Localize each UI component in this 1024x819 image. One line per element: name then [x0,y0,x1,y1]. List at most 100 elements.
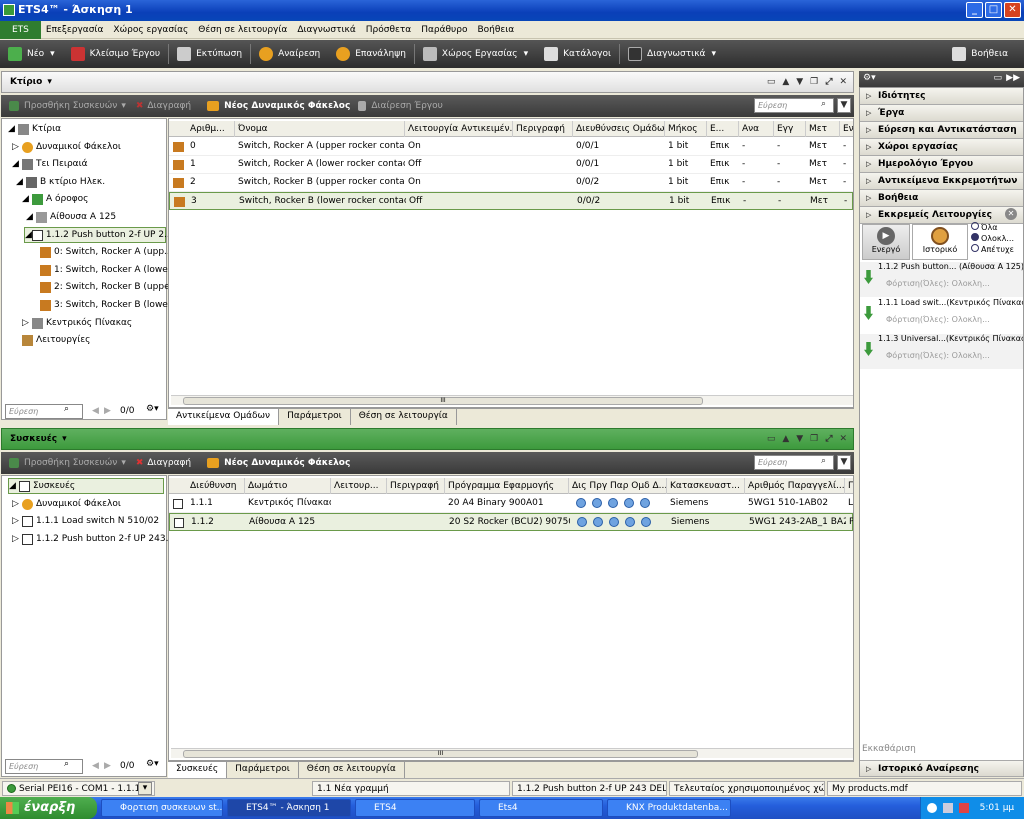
volume-icon[interactable] [942,802,953,813]
search-icon[interactable]: ⌕ [64,759,69,769]
menu-window[interactable]: Παράθυρο [416,25,472,35]
table-row[interactable]: 1.1.2 Αίθουσα Α 125 20 S2 Rocker (BCU2) 90… [169,513,853,531]
task-button-3[interactable]: ETS4 [355,799,475,817]
col-object-function[interactable]: Λειτουργία Αντικειμέν... [405,121,513,137]
down-arrow-icon[interactable]: ▼ [796,434,803,444]
task-button-5[interactable]: KNX Produktdatenba... [607,799,731,817]
new-button[interactable]: Νέο ▾ [0,40,63,68]
building-panel-title[interactable]: Κτίριο [10,77,42,87]
new-dynamic-folder-button[interactable]: Νέος Δυναμικός Φάκελος [199,92,358,120]
close-panel-icon[interactable]: ✕ [839,434,847,444]
menu-ets[interactable]: ETS [0,20,41,39]
col-address[interactable]: Διεύθυνση [187,478,245,494]
section-project-log[interactable]: Ημερολόγιο Έργου [860,156,1023,173]
tree-node-room-a125[interactable]: ◢ Αίθουσα Α 125 [26,209,116,225]
start-button[interactable]: έναρξη [0,797,97,819]
table-row[interactable]: 3 Switch, Rocker B (lower rocker contact)… [169,192,853,210]
close-project-button[interactable]: Κλείσιμο Έργου [63,40,168,68]
section-projects[interactable]: Έργα [860,105,1023,122]
section-help[interactable]: Βοήθεια [860,190,1023,207]
delete-button[interactable]: ✖ Διαγραφή [134,92,199,120]
radio-completed[interactable]: Ολοκλ... [971,233,1014,244]
filter-icon[interactable]: ▼ [837,455,851,470]
next-result-icon[interactable]: ▶ [104,761,111,771]
pending-operation-item[interactable]: 1.1.1 Load swit...(Κεντρικός Πίνακας) Φόρ… [860,298,1023,333]
tree-search-input[interactable]: Εύρεση [5,404,83,419]
col-length[interactable]: Μήκος [665,121,707,137]
close-circle-icon[interactable]: ✕ [1005,208,1017,220]
catalogs-button[interactable]: Κατάλογοι [536,40,619,68]
tab-devices[interactable]: Συσκευές [168,761,228,778]
col-description[interactable]: Περιγραφή [387,478,445,494]
pending-operation-item[interactable]: 1.1.2 Push button... (Αίθουσα Α 125) Φόρτ… [860,262,1023,297]
col-transmit[interactable]: Μετ [806,121,840,137]
task-button-2[interactable]: ETS4™ - Άσκηση 1 [227,799,351,817]
tree-node-functions[interactable]: Λειτουργίες [22,332,90,348]
down-arrow-icon[interactable]: ▼ [796,77,803,87]
scrollbar-thumb[interactable]: III [183,397,703,405]
col-room[interactable]: Δωμάτιο [245,478,331,494]
new-dynamic-folder-button[interactable]: Νέος Δυναμικός Φάκελος [199,449,358,477]
radio-all[interactable]: Όλα [971,222,1014,233]
port-dropdown-icon[interactable]: ▾ [138,782,152,795]
close-panel-icon[interactable]: ✕ [839,77,847,87]
tab-parameters[interactable]: Παράμετροι [279,408,351,425]
gear-icon[interactable]: ⚙▾ [863,73,876,83]
col-order-number[interactable]: Αριθμός Παραγγελί... [745,478,845,494]
help-button[interactable]: Βοήθεια [944,40,1016,68]
tab-parameters[interactable]: Παράμετροι [227,761,299,778]
devices-panel-title[interactable]: Συσκευές [10,434,57,444]
tree-node-device-112[interactable]: ▷ 1.1.2 Push button 2-f UP 243... [12,531,174,547]
pending-operation-item[interactable]: 1.1.3 Universal...(Κεντρικός Πίνακας) Φόρ… [860,334,1023,369]
restore-panel-icon[interactable]: ❐ [810,77,818,87]
next-result-icon[interactable]: ▶ [104,406,111,416]
col-number[interactable]: Αριθμ... [187,121,235,137]
tree-node-object-1[interactable]: 1: Switch, Rocker A (lowe... [40,262,176,278]
task-button-1[interactable]: Φορτιση συσκευων st... [101,799,223,817]
tree-node-object-0[interactable]: 0: Switch, Rocker A (upp... [40,244,173,260]
close-button[interactable]: ✕ [1004,2,1021,18]
col-update[interactable]: Εν [840,121,853,137]
table-row[interactable]: 1 Switch, Rocker A (lower rocker contact)… [169,156,853,174]
settings-gear-icon[interactable]: ⚙▾ [146,759,159,769]
tree-node-device-111[interactable]: ▷ 1.1.1 Load switch N 510/02 [12,513,159,529]
radio-failed[interactable]: Απέτυχε [971,244,1014,255]
tree-node-devices[interactable]: ◢ Συσκευές [8,478,164,494]
prev-result-icon[interactable]: ◀ [92,761,99,771]
menu-diagnostics[interactable]: Διαγνωστικά [292,25,360,35]
section-todo-items[interactable]: Αντικείμενα Εκκρεμοτήτων [860,173,1023,190]
col-e[interactable]: Ε... [707,121,739,137]
minimize-button[interactable]: _ [966,2,983,18]
horizontal-scrollbar[interactable]: III [171,395,853,405]
col-application-program[interactable]: Πρόγραμμα Εφαρμογής [445,478,569,494]
section-properties[interactable]: Ιδιότητες [860,88,1023,105]
add-devices-button[interactable]: Προσθήκη Συσκευών ▾ [1,92,134,120]
restore-panel-icon[interactable]: ❐ [810,434,818,444]
prev-result-icon[interactable]: ◀ [92,406,99,416]
col-download-flags[interactable]: Δις Πργ Παρ Ομδ Δ... [569,478,667,494]
history-view-button[interactable]: Ιστορικό [912,224,968,260]
col-group-addresses[interactable]: Διευθύνσεις Ομάδων [573,121,665,137]
col-product[interactable]: Π [845,478,853,494]
section-find-replace[interactable]: Εύρεση και Αντικατάσταση [860,122,1023,139]
tree-node-push-button[interactable]: ◢ 1.1.2 Push button 2-f UP 2... [24,227,173,243]
tree-node-tei-piraeus[interactable]: ◢ Τει Πειραιά [12,156,88,172]
collapse-panel-icon[interactable]: ▶▶ [1006,71,1020,86]
table-row[interactable]: 0 Switch, Rocker A (upper rocker contact)… [169,138,853,156]
up-arrow-icon[interactable]: ▲ [782,434,789,444]
col-write[interactable]: Εγγ [774,121,806,137]
search-icon[interactable]: ⌕ [821,99,826,109]
print-button[interactable]: Εκτύπωση [169,40,250,68]
section-workspaces[interactable]: Χώροι εργασίας [860,139,1023,156]
settings-gear-icon[interactable]: ⚙▾ [146,404,159,414]
tree-node-buildings[interactable]: ◢ Κτίρια [8,121,61,137]
tree-node-floor-a[interactable]: ◢ Α όροφος [22,191,88,207]
tree-node-object-3[interactable]: 3: Switch, Rocker B (lowe... [40,297,176,313]
tree-node-object-2[interactable]: 2: Switch, Rocker B (uppe... [40,279,178,295]
horizontal-scrollbar[interactable]: III [171,748,853,758]
menu-workspace[interactable]: Χώρος εργασίας [108,25,193,35]
filter-icon[interactable]: ▼ [837,98,851,113]
maximize-panel-icon[interactable]: ⤢ [825,77,832,87]
network-icon[interactable] [958,802,969,813]
workspace-button[interactable]: Χώρος Εργασίας ▾ [415,40,536,68]
